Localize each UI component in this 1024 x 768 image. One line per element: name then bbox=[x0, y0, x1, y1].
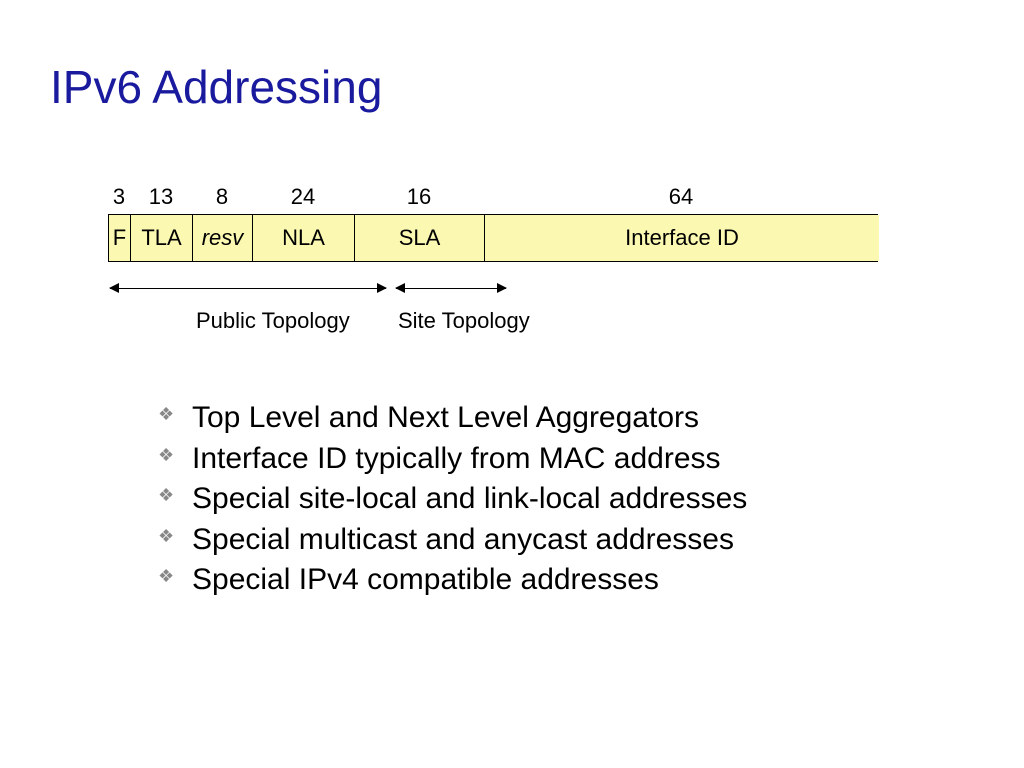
field-f: F bbox=[109, 215, 131, 261]
field-nla: NLA bbox=[253, 215, 355, 261]
slide: IPv6 Addressing 3 13 8 24 16 64 F TLA re… bbox=[0, 0, 1024, 641]
field-sla: SLA bbox=[355, 215, 485, 261]
bullet-list: Top Level and Next Level Aggregators Int… bbox=[158, 398, 974, 601]
bit-label: 8 bbox=[192, 184, 252, 210]
site-topology-label: Site Topology bbox=[398, 308, 530, 334]
public-topology-label: Public Topology bbox=[196, 308, 350, 334]
list-item: Special site-local and link-local addres… bbox=[158, 479, 974, 520]
list-item: Interface ID typically from MAC address bbox=[158, 439, 974, 480]
list-item: Special multicast and anycast addresses bbox=[158, 520, 974, 561]
bit-width-row: 3 13 8 24 16 64 bbox=[108, 184, 878, 210]
field-tla: TLA bbox=[131, 215, 193, 261]
site-topology-arrow bbox=[396, 288, 506, 289]
list-item: Top Level and Next Level Aggregators bbox=[158, 398, 974, 439]
bit-label: 13 bbox=[130, 184, 192, 210]
field-interface-id: Interface ID bbox=[485, 215, 879, 261]
bit-label: 16 bbox=[354, 184, 484, 210]
topology-arrows bbox=[108, 278, 878, 302]
bit-label: 3 bbox=[108, 184, 130, 210]
field-row: F TLA resv NLA SLA Interface ID bbox=[108, 214, 878, 262]
address-diagram: 3 13 8 24 16 64 F TLA resv NLA SLA Inter… bbox=[108, 184, 878, 338]
field-resv: resv bbox=[193, 215, 253, 261]
public-topology-arrow bbox=[110, 288, 386, 289]
topology-labels: Public Topology Site Topology bbox=[108, 308, 878, 338]
bit-label: 24 bbox=[252, 184, 354, 210]
slide-title: IPv6 Addressing bbox=[50, 60, 974, 114]
list-item: Special IPv4 compatible addresses bbox=[158, 560, 974, 601]
bit-label: 64 bbox=[484, 184, 878, 210]
